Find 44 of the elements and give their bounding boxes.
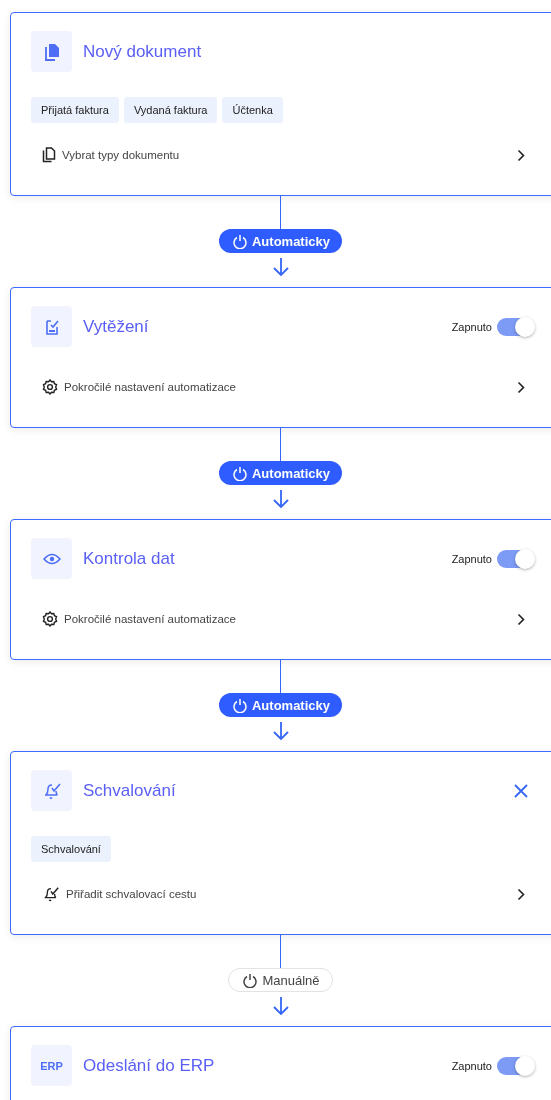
toggle-switch[interactable] [497, 1056, 534, 1075]
down-arrow-icon [271, 257, 290, 277]
gear-icon [42, 379, 58, 395]
chevron-right-icon [517, 887, 525, 901]
document-type-tag: Účtenka [222, 97, 283, 123]
step-title: Schvalování [83, 780, 176, 801]
action-row[interactable]: Vybrat typy dokumentu [31, 145, 549, 165]
action-row[interactable]: Pokročilé nastavení automatizace [31, 377, 549, 397]
toggle-label: Zapnuto [451, 552, 492, 565]
document-type-tag: Vydaná faktura [123, 97, 218, 123]
power-icon [233, 697, 247, 713]
trigger-mode-pill[interactable]: Automaticky [219, 693, 342, 717]
toggle-label: Zapnuto [451, 320, 492, 333]
gear-icon [42, 611, 58, 627]
chevron-right-icon [517, 612, 525, 626]
icon-label: ERP [40, 1059, 63, 1072]
bell-check-icon [42, 885, 60, 903]
clipboard-check-icon [43, 317, 60, 336]
document-icon [43, 42, 60, 61]
close-icon[interactable] [514, 783, 528, 798]
step-title: Kontrola dat [83, 548, 175, 569]
chevron-right-icon [517, 380, 525, 394]
eye-icon [42, 552, 61, 565]
power-icon [233, 233, 247, 249]
trigger-mode-pill[interactable]: Automaticky [219, 461, 342, 485]
trigger-mode-pill[interactable]: Automaticky [219, 229, 342, 253]
chevron-right-icon [517, 148, 525, 162]
down-arrow-icon [271, 489, 290, 509]
power-icon [233, 465, 247, 481]
action-row[interactable]: Přiřadit schvalovací cestu [31, 884, 549, 904]
step-title: Nový dokument [83, 41, 202, 62]
toggle-switch[interactable] [497, 317, 534, 336]
power-icon [243, 972, 258, 988]
trigger-mode-pill[interactable]: Manuálně [228, 968, 333, 992]
document-icon [42, 147, 56, 163]
document-type-tag: Schvalování [31, 836, 111, 862]
step-title: Vytěžení [83, 316, 149, 337]
down-arrow-icon [271, 996, 290, 1016]
toggle-label: Zapnuto [451, 1059, 492, 1072]
action-row[interactable]: Pokročilé nastavení automatizace [31, 609, 549, 629]
down-arrow-icon [271, 721, 290, 741]
document-type-tag: Přijatá faktura [31, 97, 119, 123]
step-title: Odeslání do ERP [83, 1055, 215, 1076]
toggle-switch[interactable] [497, 549, 534, 568]
